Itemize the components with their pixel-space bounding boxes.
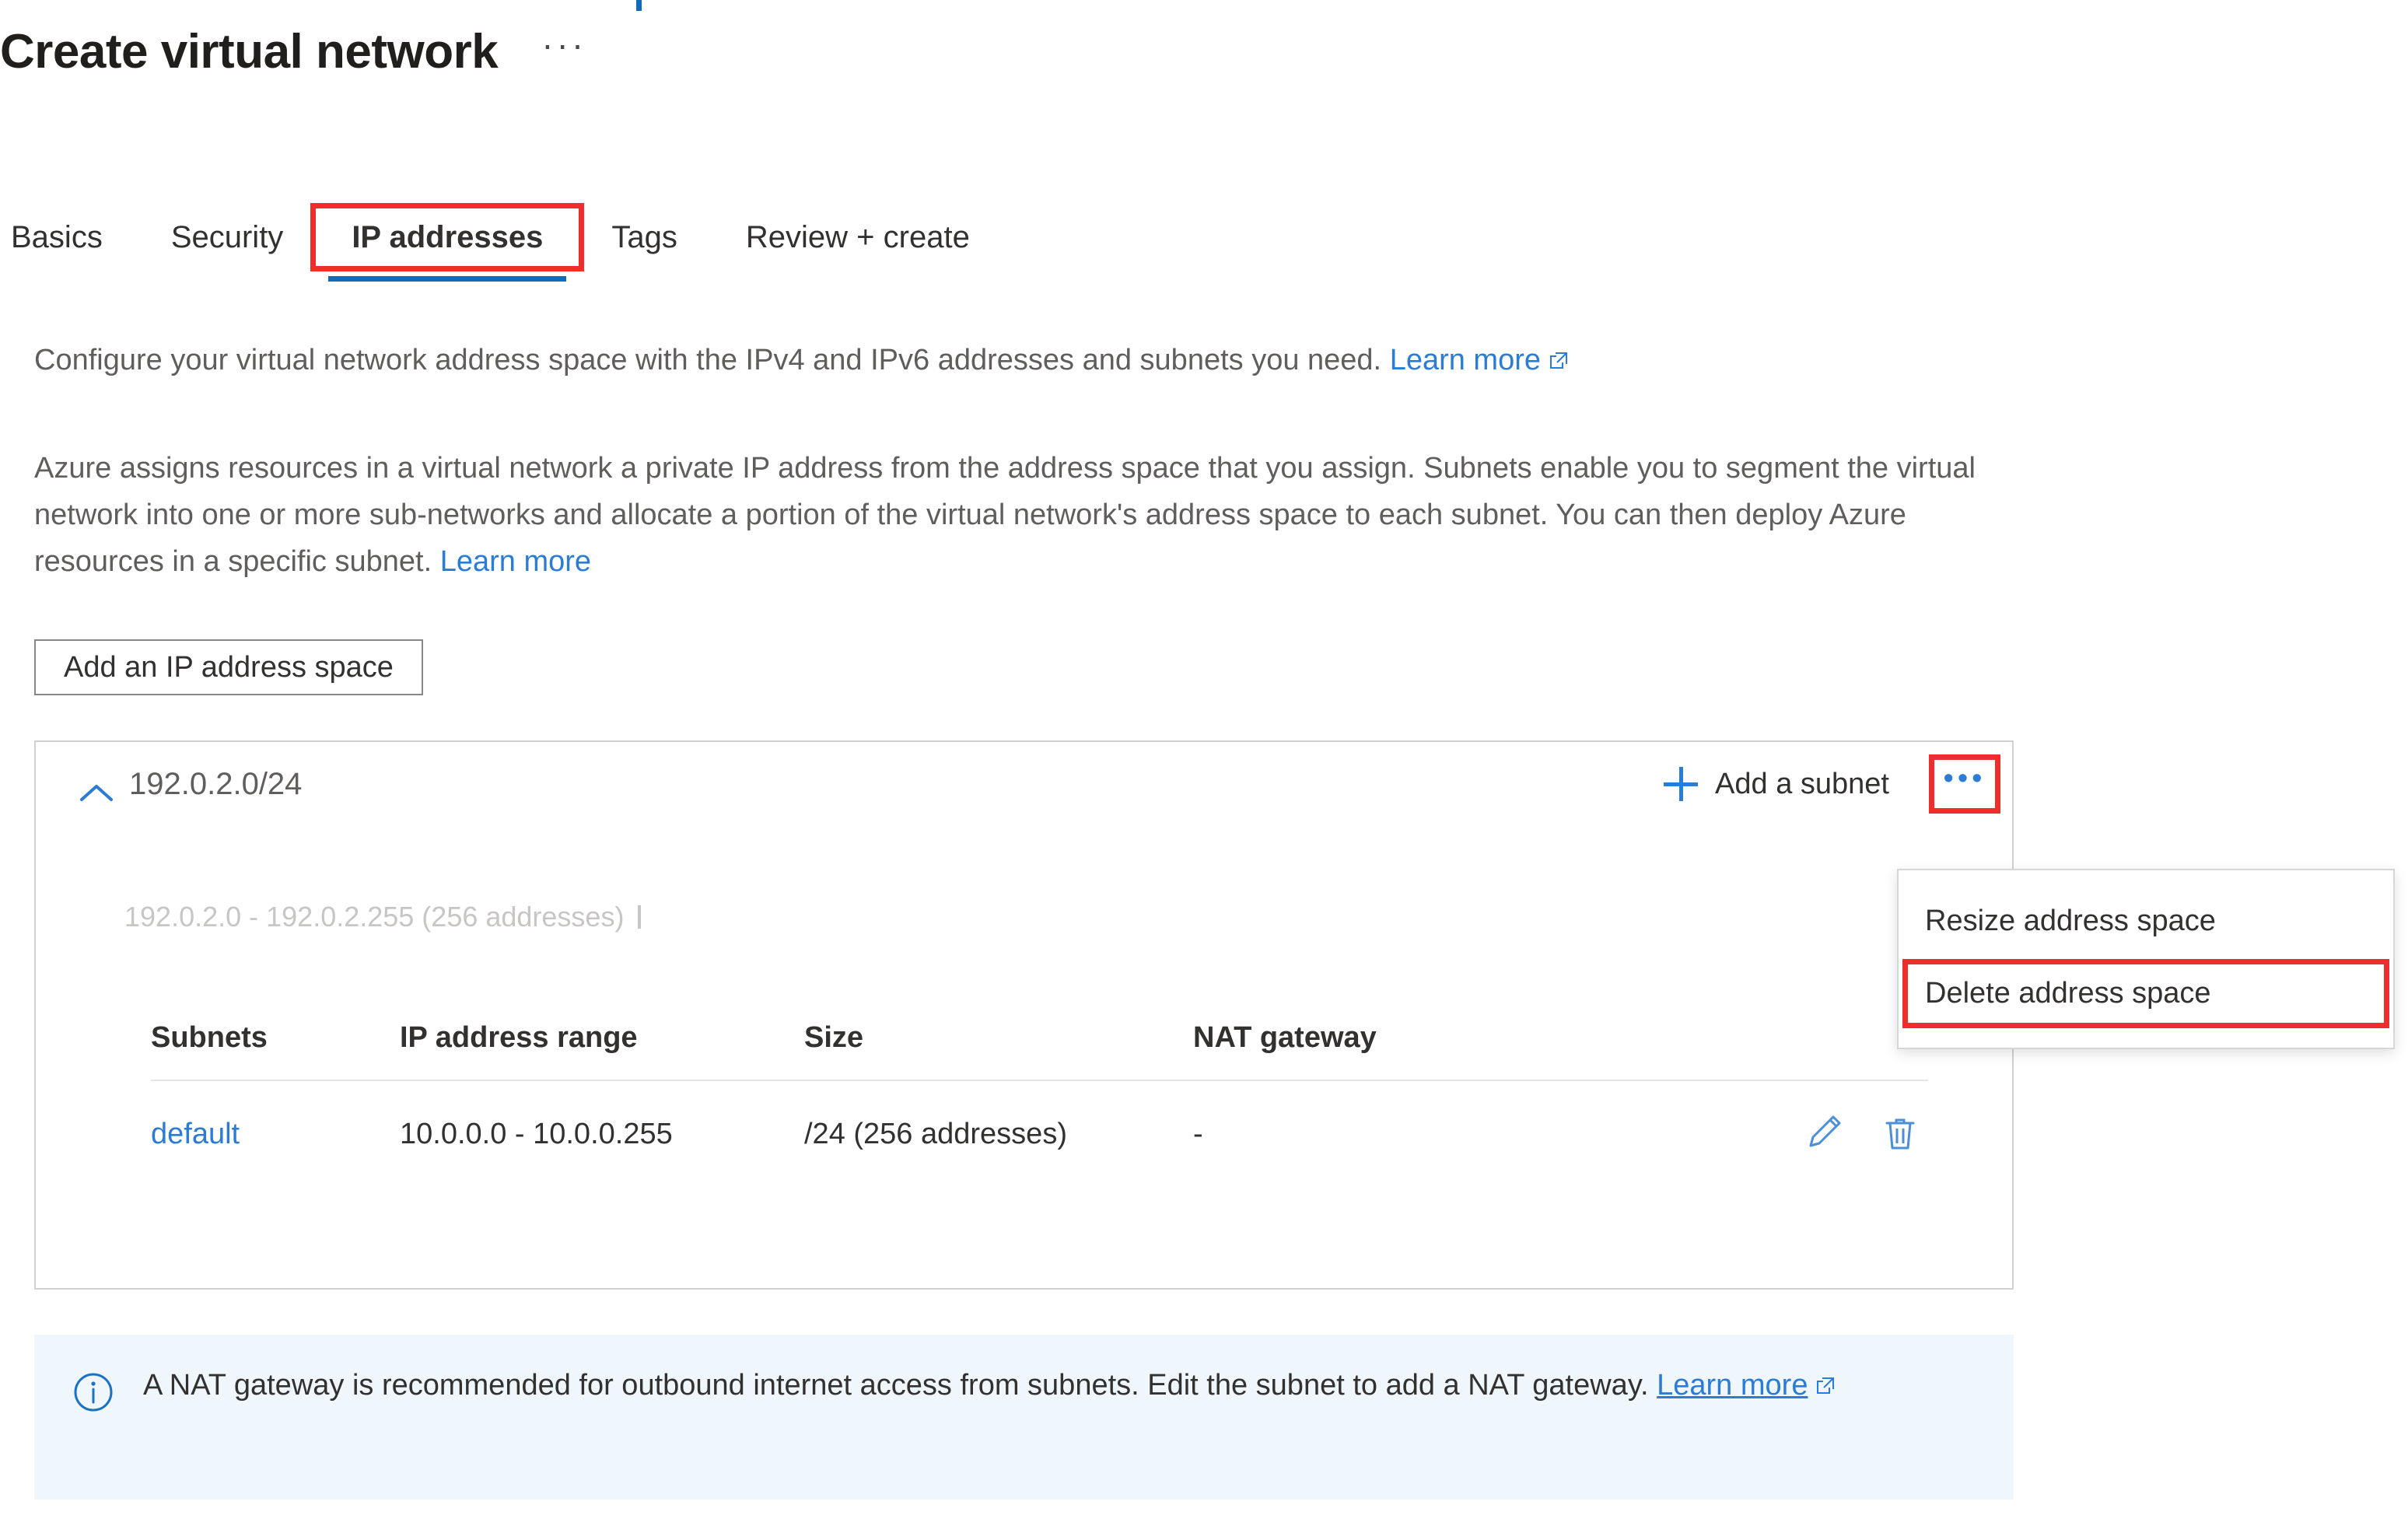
description-line-1-text: Configure your virtual network address s…	[34, 344, 1382, 376]
nat-gateway-info-bar: A NAT gateway is recommended for outboun…	[34, 1335, 2014, 1500]
address-space-actions: Add a subnet •••	[1648, 754, 2000, 814]
external-link-icon	[1815, 1376, 1836, 1396]
create-virtual-network-page: Create virtual network ··· Basics Securi…	[0, 0, 2408, 1533]
menu-item-delete-address-space[interactable]: Delete address space	[1902, 959, 2389, 1028]
address-space-range-text: 192.0.2.0 - 192.0.2.255 (256 addresses)	[124, 901, 625, 933]
column-header-subnets: Subnets	[151, 1020, 268, 1054]
description-line-1: Configure your virtual network address s…	[34, 344, 1569, 377]
description-paragraph: Azure assigns resources in a virtual net…	[34, 445, 2014, 585]
tab-ip-addresses[interactable]: IP addresses	[310, 203, 585, 282]
info-bar-text: A NAT gateway is recommended for outboun…	[143, 1369, 1649, 1402]
chevron-up-icon[interactable]	[79, 782, 114, 803]
tab-review-create[interactable]: Review + create	[712, 210, 1004, 264]
tab-ip-addresses-label: IP addresses	[352, 219, 544, 254]
row-actions	[1757, 1112, 1928, 1157]
ellipsis-icon: •••	[1943, 762, 1986, 796]
table-row: default 10.0.0.0 - 10.0.0.255 /24 (256 a…	[151, 1081, 1928, 1187]
tab-review-create-label: Review + create	[745, 219, 970, 254]
breadcrumb-stub	[636, 0, 642, 11]
pencil-icon[interactable]	[1804, 1112, 1844, 1157]
tab-selected-underline	[328, 276, 567, 282]
external-link-icon	[1549, 351, 1569, 371]
subnets-table: Subnets IP address range Size NAT gatewa…	[34, 996, 2014, 1187]
description-line-1-learn-more-link[interactable]: Learn more	[1390, 344, 1541, 376]
tab-bar: Basics Security IP addresses Tags Review…	[0, 203, 1004, 282]
column-header-size: Size	[804, 1020, 864, 1054]
description-paragraph-learn-more-link[interactable]: Learn more	[440, 545, 591, 578]
plus-icon	[1664, 767, 1699, 801]
address-space-header: 192.0.2.0/24 Add a subnet •••	[36, 742, 2012, 840]
add-a-subnet-button[interactable]: Add a subnet	[1648, 759, 1905, 809]
tab-security-label: Security	[170, 219, 284, 254]
trash-icon[interactable]	[1880, 1112, 1920, 1157]
tab-basics[interactable]: Basics	[0, 210, 137, 264]
tab-security[interactable]: Security	[137, 210, 318, 264]
address-space-context-menu: Resize address space Delete address spac…	[1897, 869, 2395, 1049]
add-a-subnet-label: Add a subnet	[1715, 767, 1889, 800]
page-title: Create virtual network	[0, 25, 499, 79]
page-header: Create virtual network ···	[0, 25, 586, 79]
column-header-ip-address-range: IP address range	[400, 1020, 638, 1054]
tab-basics-label: Basics	[11, 219, 103, 254]
column-header-nat-gateway: NAT gateway	[1193, 1020, 1377, 1054]
add-ip-address-space-button[interactable]: Add an IP address space	[34, 639, 423, 695]
table-header-row: Subnets IP address range Size NAT gatewa…	[151, 996, 1928, 1081]
tab-tags[interactable]: Tags	[577, 210, 712, 264]
subnet-ip-address-range: 10.0.0.0 - 10.0.0.255	[400, 1117, 673, 1150]
range-text-cutoff	[638, 905, 642, 929]
address-space-range-label: 192.0.2.0 - 192.0.2.255 (256 addresses)	[124, 901, 642, 933]
address-space-overflow-button[interactable]: •••	[1929, 754, 2000, 814]
info-bar-learn-more-link[interactable]: Learn more	[1657, 1369, 1808, 1402]
subnet-size: /24 (256 addresses)	[804, 1117, 1067, 1150]
subnet-nat-gateway: -	[1193, 1117, 1203, 1150]
subnet-name-link[interactable]: default	[151, 1118, 400, 1151]
tab-tags-label: Tags	[611, 219, 677, 254]
info-circle-icon	[73, 1372, 114, 1412]
address-space-cidr: 192.0.2.0/24	[129, 767, 303, 801]
menu-item-resize-address-space[interactable]: Resize address space	[1899, 891, 2393, 952]
page-more-menu-icon[interactable]: ···	[541, 26, 586, 67]
info-bar-text-block: A NAT gateway is recommended for outboun…	[143, 1363, 1836, 1408]
description-paragraph-text: Azure assigns resources in a virtual net…	[34, 452, 1976, 578]
